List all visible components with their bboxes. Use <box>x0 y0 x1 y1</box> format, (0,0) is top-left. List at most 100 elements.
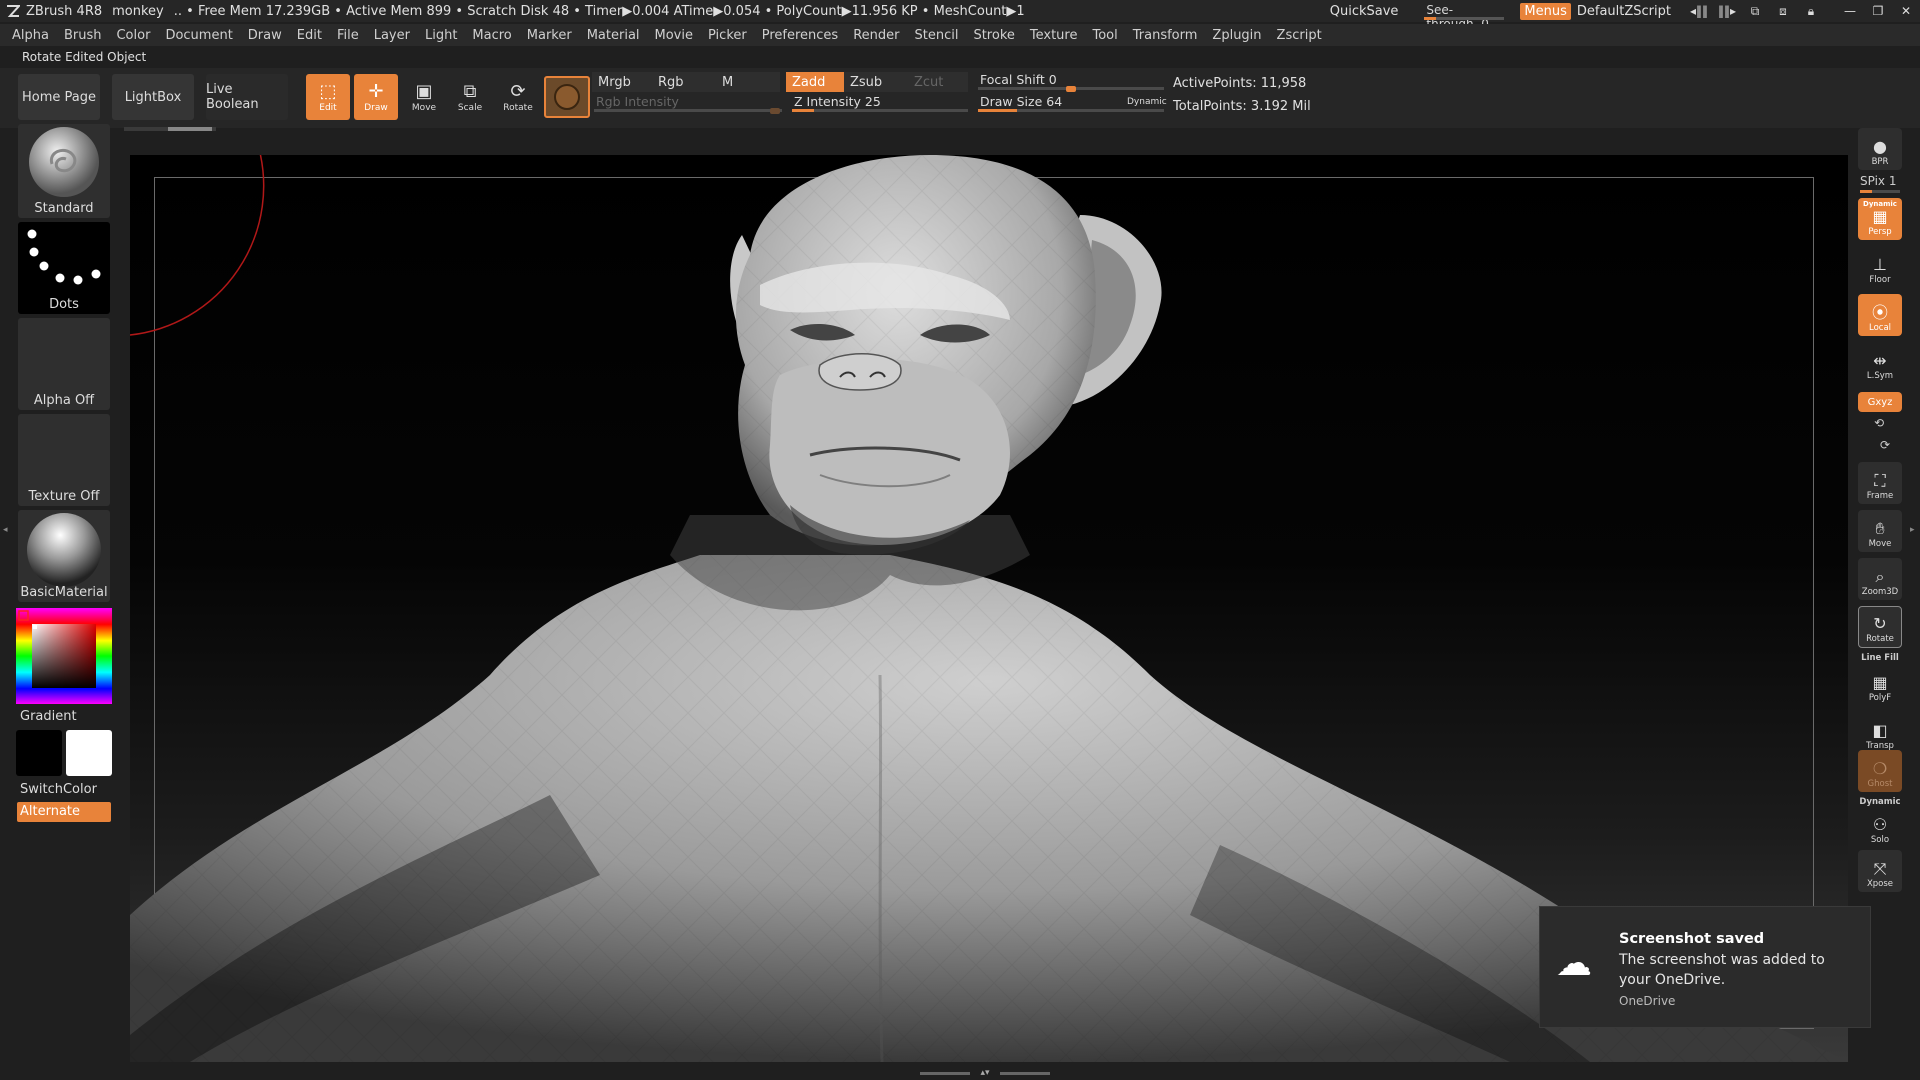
menu-preferences[interactable]: Preferences <box>762 28 838 43</box>
spix-slider[interactable]: SPix 1 <box>1860 174 1916 188</box>
menu-render[interactable]: Render <box>853 28 899 43</box>
m-button[interactable]: M <box>716 72 780 92</box>
menu-transform[interactable]: Transform <box>1133 28 1198 43</box>
lsym-arrows-icon: ⇹ <box>1873 351 1887 370</box>
frame-icon: ⛶ <box>1874 471 1886 490</box>
home-page-button[interactable]: Home Page <box>18 74 100 120</box>
menu-zscript[interactable]: Zscript <box>1277 28 1322 43</box>
scale-button[interactable]: ⧉ Scale <box>448 74 492 120</box>
menu-layer[interactable]: Layer <box>374 28 410 43</box>
mrgb-button[interactable]: Mrgb <box>592 72 654 92</box>
menu-picker[interactable]: Picker <box>708 28 747 43</box>
menu-draw[interactable]: Draw <box>248 28 282 43</box>
menu-color[interactable]: Color <box>116 28 150 43</box>
menu-document[interactable]: Document <box>165 28 232 43</box>
primary-color-swatch[interactable] <box>16 730 62 776</box>
menu-zplugin[interactable]: Zplugin <box>1212 28 1261 43</box>
dynamic-toggle[interactable]: Dynamic <box>1127 97 1167 107</box>
texture-selector[interactable]: Texture Off <box>18 414 110 506</box>
menu-stencil[interactable]: Stencil <box>914 28 958 43</box>
zoom3d-button[interactable]: ⌕ Zoom3D <box>1858 558 1902 600</box>
total-points: TotalPoints: 3.192 Mil <box>1173 99 1311 114</box>
lock-icon[interactable]: 🔒︎ <box>1800 4 1822 19</box>
local-symmetry-icon: ⦿ <box>1871 303 1888 322</box>
polyf-button[interactable]: ▦ PolyF <box>1858 664 1902 706</box>
edit-button[interactable]: ⬚ Edit <box>306 74 350 120</box>
zcut-button[interactable]: Zcut <box>908 72 968 92</box>
menu-light[interactable]: Light <box>425 28 457 43</box>
menu-tool[interactable]: Tool <box>1092 28 1117 43</box>
focal-shift-slider[interactable]: Focal Shift 0 <box>978 71 1164 92</box>
zbrush-logo-icon <box>4 2 22 20</box>
rotate-y-icon[interactable]: ⟲ <box>1874 416 1884 430</box>
menu-texture[interactable]: Texture <box>1030 28 1078 43</box>
ui-size-down-icon[interactable]: ◂‖‖ <box>1688 4 1710 18</box>
move-view-button[interactable]: ✋︎ Move <box>1858 510 1902 552</box>
live-boolean-button[interactable]: Live Boolean <box>206 74 288 120</box>
see-through-slider[interactable]: See-through 0 <box>1420 2 1508 31</box>
alpha-selector[interactable]: Alpha Off <box>18 318 110 410</box>
screenshot-saved-notification[interactable]: ☁︎ Screenshot saved The screenshot was a… <box>1539 906 1871 1028</box>
menu-brush[interactable]: Brush <box>64 28 102 43</box>
menu-file[interactable]: File <box>337 28 359 43</box>
z-intensity-slider[interactable]: Z Intensity 25 <box>792 93 968 113</box>
rotate-z-icon[interactable]: ⟳ <box>1880 438 1890 452</box>
scale-icon: ⧉ <box>463 81 477 102</box>
close-icon[interactable]: ✕ <box>1895 4 1917 18</box>
xyz-button[interactable]: Gxyz <box>1858 392 1902 412</box>
gradient-label[interactable]: Gradient <box>20 709 77 724</box>
rotate-view-button[interactable]: ↻ Rotate <box>1858 606 1902 648</box>
menu-macro[interactable]: Macro <box>472 28 511 43</box>
alternate-button[interactable]: Alternate <box>17 802 111 822</box>
bottom-tray-handle[interactable]: ▴▾ <box>920 1068 1050 1078</box>
floor-button[interactable]: ⊥ Floor <box>1858 246 1902 288</box>
memory-stats: .. • Free Mem 17.239GB • Active Mem 899 … <box>173 3 1025 19</box>
frame-button[interactable]: ⛶ Frame <box>1858 462 1902 504</box>
draw-button[interactable]: ✛ Draw <box>354 74 398 120</box>
secondary-color-swatch[interactable] <box>66 730 112 776</box>
move-button[interactable]: ▣ Move <box>402 74 446 120</box>
layout-icon[interactable]: ⧉ <box>1744 4 1766 19</box>
zadd-button[interactable]: Zadd <box>786 72 844 92</box>
switch-color-button[interactable]: SwitchColor <box>20 782 97 797</box>
persp-button[interactable]: Dynamic ▦ Persp <box>1858 198 1902 240</box>
local-button[interactable]: ⦿ Local <box>1858 294 1902 336</box>
menu-alpha[interactable]: Alpha <box>12 28 49 43</box>
menu-stroke[interactable]: Stroke <box>973 28 1014 43</box>
xpose-button[interactable]: ⤧ Xpose <box>1858 850 1902 892</box>
minimize-icon[interactable]: — <box>1839 4 1861 18</box>
rgb-button[interactable]: Rgb <box>652 72 718 92</box>
bpr-button[interactable]: ● BPR <box>1858 128 1902 170</box>
ui-size-up-icon[interactable]: ‖‖▸ <box>1716 4 1738 18</box>
default-zscript-button[interactable]: DefaultZScript <box>1577 4 1671 19</box>
restore-icon[interactable]: ❐ <box>1867 4 1889 18</box>
dots-stroke-icon <box>27 229 101 285</box>
solo-icon: ⚇ <box>1872 815 1888 834</box>
material-sphere-icon[interactable] <box>544 76 590 118</box>
lightbox-button[interactable]: LightBox <box>112 74 194 120</box>
spix-slider-track[interactable] <box>1860 190 1900 193</box>
menu-material[interactable]: Material <box>587 28 640 43</box>
material-selector[interactable]: BasicMaterial <box>18 510 110 602</box>
stroke-selector[interactable]: Dots <box>18 222 110 314</box>
shelf-scrollbar[interactable] <box>124 127 216 131</box>
active-points: ActivePoints: 11,958 <box>1173 76 1307 91</box>
rotate-button[interactable]: ⟳ Rotate <box>496 74 540 120</box>
menu-edit[interactable]: Edit <box>297 28 322 43</box>
swap-layout-icon[interactable]: ⧈ <box>1772 4 1794 19</box>
zsub-button[interactable]: Zsub <box>844 72 908 92</box>
brush-selector[interactable]: Standard <box>18 124 110 218</box>
polyframe-grid-icon: ▦ <box>1872 673 1888 692</box>
solo-button[interactable]: ⚇ Solo <box>1858 806 1902 848</box>
rgb-intensity-slider[interactable]: Rgb Intensity <box>594 93 782 114</box>
menus-toggle-button[interactable]: Menus <box>1520 2 1571 20</box>
color-picker[interactable] <box>16 608 112 704</box>
menu-movie[interactable]: Movie <box>655 28 693 43</box>
transp-button[interactable]: ◧ Transp <box>1858 712 1902 754</box>
ghost-button[interactable]: ❍ Ghost <box>1858 750 1902 792</box>
draw-icon: ✛ <box>368 81 384 102</box>
left-tray-handle-icon[interactable]: ◂ <box>3 490 9 570</box>
menu-marker[interactable]: Marker <box>527 28 572 43</box>
lsym-button[interactable]: ⇹ L.Sym <box>1858 342 1902 384</box>
quicksave-button[interactable]: QuickSave <box>1330 4 1399 19</box>
